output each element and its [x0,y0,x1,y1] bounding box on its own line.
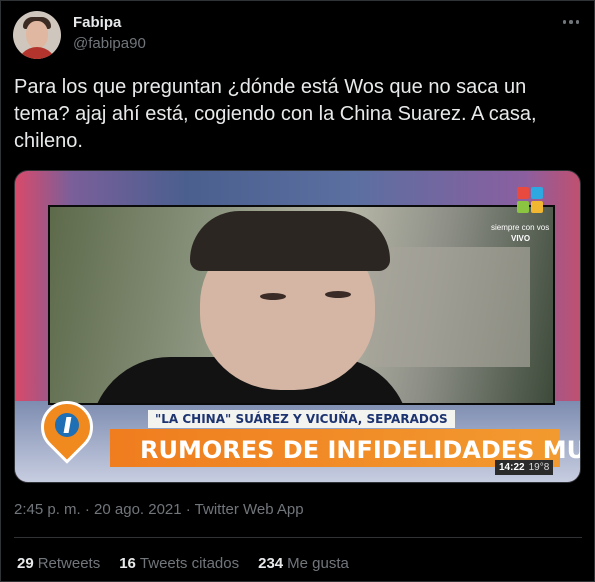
clock-temperature: 19°8 [528,462,550,473]
logo-square [517,187,529,199]
avatar-shirt [17,47,57,59]
headline-banner: RUMORES DE INFIDELIDADES MUTUAS [110,429,580,467]
stat-count: 29 [17,555,34,572]
more-dot [562,20,567,24]
stat-quote-tweets[interactable]: 16 Tweets citados [119,555,239,572]
tv-clock: 14:22 19°8 [495,460,554,475]
divider [14,537,582,538]
author-handle[interactable]: @fabipa90 [73,35,146,52]
headline-small: "LA CHINA" SUÁREZ Y VICUÑA, SEPARADOS [148,410,455,428]
stat-label: Retweets [37,555,101,572]
tweet-text: Para los que preguntan ¿dónde está Wos q… [14,76,537,152]
stat-label: Tweets citados [139,555,240,572]
tweet-timestamp[interactable]: 2:45 p. m. · 20 ago. 2021 · Twitter Web … [14,501,304,518]
tweet-media-image[interactable]: siempre con vos VIVO "LA CHINA" SUÁREZ Y… [14,170,581,483]
stat-label: Me gusta [287,555,349,572]
clock-time: 14:22 [499,462,525,473]
person-eye [260,293,286,300]
person-hair [190,211,390,271]
more-dot [575,20,580,24]
live-label: VIVO [511,234,531,243]
stat-retweets[interactable]: 29 Retweets [17,555,100,572]
tweet-card[interactable]: Fabipa @fabipa90 Para los que preguntan … [0,0,595,582]
avatar[interactable] [13,11,61,59]
author-name[interactable]: Fabipa [73,14,121,31]
more-options-icon[interactable] [557,11,585,33]
screen-wall [370,247,530,367]
stat-count: 234 [258,555,284,572]
avatar-face [26,21,48,49]
logo-square [531,201,543,213]
tv-screen [48,205,555,405]
tweet-stats: 29 Retweets 16 Tweets citados 234 Me gusta [17,555,349,572]
stat-count: 16 [119,555,136,572]
stat-likes[interactable]: 234 Me gusta [258,555,349,572]
show-logo-icon [30,390,104,467]
channel-tagline: siempre con vos [491,223,550,232]
person-eye [325,291,351,298]
logo-square [517,201,529,213]
channel-logo-icon [517,187,545,215]
more-dot [569,20,573,24]
logo-square [531,187,543,199]
